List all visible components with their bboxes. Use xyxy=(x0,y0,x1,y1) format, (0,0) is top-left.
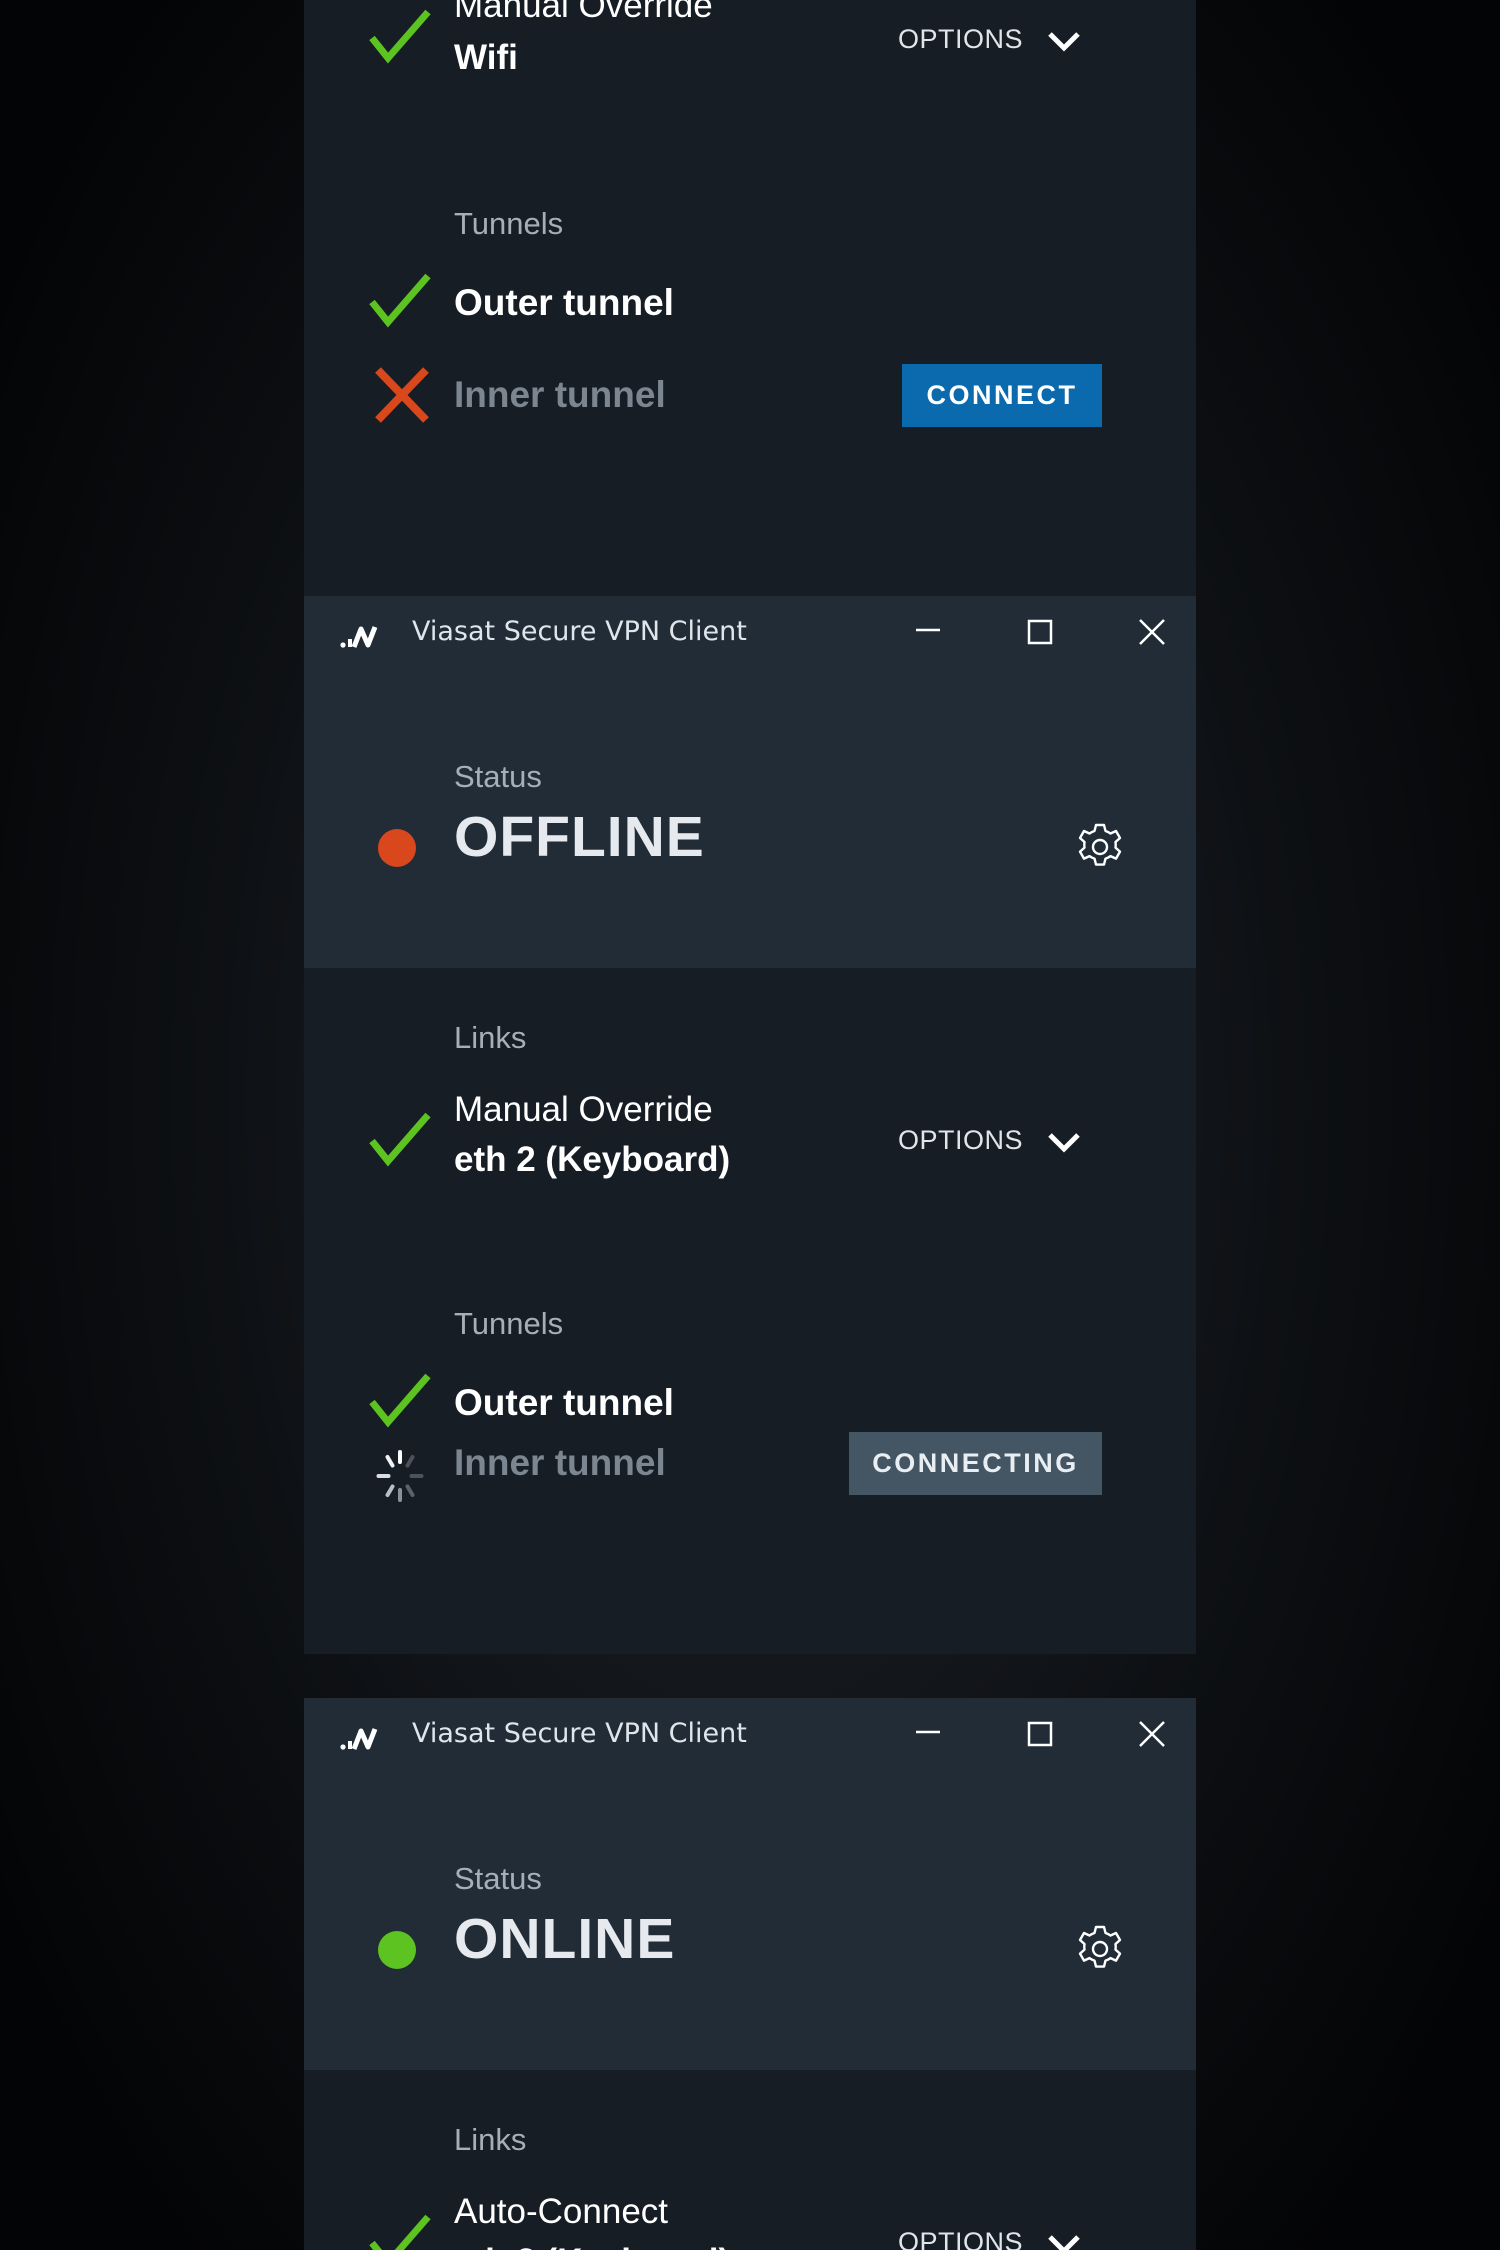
title-bar: Viasat Secure VPN Client xyxy=(304,1698,1196,1773)
options-button-label[interactable]: OPTIONS xyxy=(898,1125,1023,1156)
link-mode: Auto-Connect xyxy=(454,2192,669,2231)
checkmark-icon xyxy=(369,1112,431,1167)
link-interface: eth 2 (Keyboard) xyxy=(454,2242,730,2250)
status-label: Status xyxy=(454,759,542,794)
connect-button[interactable]: CONNECT xyxy=(902,364,1102,427)
tunnels-label: Tunnels xyxy=(454,206,564,241)
chevron-down-icon[interactable] xyxy=(1044,28,1084,54)
status-panel: Status OFFLINE xyxy=(304,671,1196,968)
vpn-window-1: Manual Override Wifi OPTIONS Tunnels Out… xyxy=(304,0,1196,596)
outer-tunnel-label: Outer tunnel xyxy=(454,1382,674,1423)
options-button-label[interactable]: OPTIONS xyxy=(898,2227,1023,2250)
links-label: Links xyxy=(454,2122,527,2157)
window-body: Links Manual Override eth 2 (Keyboard) O… xyxy=(304,968,1196,1654)
close-icon[interactable] xyxy=(1132,612,1172,652)
link-mode: Manual Override xyxy=(454,0,713,25)
close-icon[interactable] xyxy=(1132,1714,1172,1754)
connecting-button[interactable]: CONNECTING xyxy=(849,1432,1102,1495)
inner-tunnel-label: Inner tunnel xyxy=(454,374,666,415)
viasat-logo-icon xyxy=(340,1728,378,1750)
link-interface: eth 2 (Keyboard) xyxy=(454,1140,731,1179)
status-label: Status xyxy=(454,1861,542,1896)
tunnels-label: Tunnels xyxy=(454,1306,564,1341)
status-panel: Status ONLINE xyxy=(304,1773,1196,2070)
vpn-window-2: Viasat Secure VPN Client Status OFFLINE … xyxy=(304,596,1196,1654)
maximize-icon[interactable] xyxy=(1020,1714,1060,1754)
window-body: Links Auto-Connect eth 2 (Keyboard) OPTI… xyxy=(304,2070,1196,2250)
gear-icon[interactable] xyxy=(1074,1923,1126,1975)
viasat-logo-icon xyxy=(340,626,378,648)
status-indicator xyxy=(378,829,416,867)
status-indicator xyxy=(378,1931,416,1969)
chevron-down-icon[interactable] xyxy=(1044,2231,1084,2250)
app-title: Viasat Secure VPN Client xyxy=(412,616,747,647)
inner-tunnel-label: Inner tunnel xyxy=(454,1442,666,1483)
checkmark-icon xyxy=(369,273,431,328)
outer-tunnel-label: Outer tunnel xyxy=(454,282,674,323)
chevron-down-icon[interactable] xyxy=(1044,1129,1084,1155)
checkmark-icon xyxy=(369,9,431,64)
status-value: ONLINE xyxy=(454,1907,676,1971)
title-bar: Viasat Secure VPN Client xyxy=(304,596,1196,671)
links-label: Links xyxy=(454,1020,527,1055)
checkmark-icon xyxy=(369,2214,431,2250)
gear-icon[interactable] xyxy=(1074,821,1126,873)
minimize-icon[interactable] xyxy=(908,1714,948,1754)
window-body: Manual Override Wifi OPTIONS Tunnels Out… xyxy=(304,0,1196,596)
status-value: OFFLINE xyxy=(454,805,705,869)
x-icon xyxy=(375,367,429,423)
minimize-icon[interactable] xyxy=(908,612,948,652)
options-button-label[interactable]: OPTIONS xyxy=(898,24,1023,55)
link-mode: Manual Override xyxy=(454,1090,713,1129)
checkmark-icon xyxy=(369,1373,431,1428)
vpn-window-3: Viasat Secure VPN Client Status ONLINE L… xyxy=(304,1698,1196,2250)
app-title: Viasat Secure VPN Client xyxy=(412,1718,747,1749)
maximize-icon[interactable] xyxy=(1020,612,1060,652)
link-interface: Wifi xyxy=(454,38,518,77)
spinner-icon xyxy=(376,1450,424,1502)
